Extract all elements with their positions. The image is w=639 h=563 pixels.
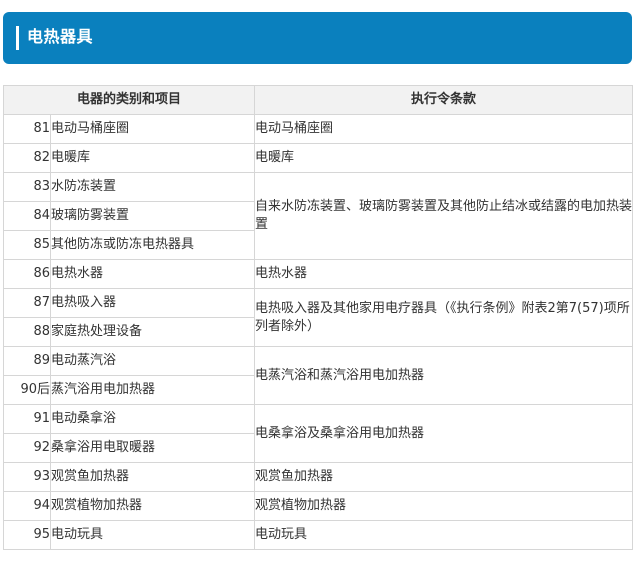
rule-clause: 电热水器 (254, 259, 634, 289)
header-rule: 执行令条款 (254, 85, 634, 115)
item-name: 玻璃防雾装置 (49, 201, 256, 231)
table-row: 81 电动马桶座圈 电动马桶座圈 (3, 114, 634, 144)
header-accent-bar (16, 26, 19, 50)
table-row: 91 电动桑拿浴 电桑拿浴及桑拿浴用电加热器 (3, 404, 634, 463)
item-name: 电暖库 (49, 143, 256, 173)
table-row: 83 水防冻装置 自来水防冻装置、玻璃防雾装置及其他防止结冰或结露的电加热装置 (3, 172, 634, 260)
table-body: 81 电动马桶座圈 电动马桶座圈 82 电暖库 电暖库 83 水防冻装置 自来水防冻装置、玻璃防… (3, 114, 634, 550)
item-name: 其他防冻或防冻电热器具 (49, 230, 256, 260)
item-name: 桑拿浴用电取暖器 (49, 433, 256, 463)
item-name: 电动马桶座圈 (49, 114, 256, 144)
table-row: 93 观赏鱼加热器 观赏鱼加热器 (3, 462, 634, 492)
item-name: 蒸汽浴用电加热器 (49, 375, 256, 405)
item-name: 电动桑拿浴 (49, 404, 256, 434)
item-name: 观赏植物加热器 (49, 491, 256, 521)
item-number: 89 (3, 346, 51, 376)
item-number: 87 (3, 288, 51, 318)
item-name: 水防冻装置 (49, 172, 256, 202)
item-number: 93 (3, 462, 51, 492)
rule-clause: 电蒸汽浴和蒸汽浴用电加热器 (254, 346, 634, 405)
item-number: 88 (3, 317, 51, 347)
item-name: 电动玩具 (49, 520, 256, 550)
table-row: 95 电动玩具 电动玩具 (3, 520, 634, 550)
item-number: 95 (3, 520, 51, 550)
table-row: 82 电暖库 电暖库 (3, 143, 634, 173)
item-number: 85 (3, 230, 51, 260)
table-row: 94 观赏植物加热器 观赏植物加热器 (3, 491, 634, 521)
appliance-table: 电器的类别和项目 执行令条款 81 电动马桶座圈 电动马桶座圈 82 电暖库 电暖库 83 水… (2, 85, 634, 550)
item-name: 电动蒸汽浴 (49, 346, 256, 376)
item-name: 电热吸入器 (49, 288, 256, 318)
rule-clause: 自来水防冻装置、玻璃防雾装置及其他防止结冰或结露的电加热装置 (254, 172, 634, 260)
item-number: 92 (3, 433, 51, 463)
rule-clause: 电动马桶座圈 (254, 114, 634, 144)
table-row: 89 电动蒸汽浴 电蒸汽浴和蒸汽浴用电加热器 (3, 346, 634, 405)
item-number: 83 (3, 172, 51, 202)
rule-clause: 观赏植物加热器 (254, 491, 634, 521)
section-header: 电热器具 (3, 12, 632, 64)
table-row: 87 电热吸入器 电热吸入器及其他家用电疗器具（《执行条例》附表2第7(57)项所列… (3, 288, 634, 347)
header-category: 电器的类别和项目 (2, 85, 256, 115)
rule-clause: 电动玩具 (254, 520, 634, 550)
rule-clause: 电桑拿浴及桑拿浴用电加热器 (254, 404, 634, 463)
item-number: 90后 (3, 375, 51, 405)
section-title: 电热器具 (27, 27, 94, 46)
rule-clause: 电暖库 (254, 143, 634, 173)
rule-clause: 观赏鱼加热器 (254, 462, 634, 492)
item-number: 81 (3, 114, 51, 144)
item-number: 86 (3, 259, 51, 289)
table-row: 86 电热水器 电热水器 (3, 259, 634, 289)
item-number: 91 (3, 404, 51, 434)
item-number: 82 (3, 143, 51, 173)
rule-clause: 电热吸入器及其他家用电疗器具（《执行条例》附表2第7(57)项所列者除外） (254, 288, 634, 347)
item-name: 观赏鱼加热器 (49, 462, 256, 492)
table-header-row: 电器的类别和项目 执行令条款 (2, 85, 634, 115)
item-number: 84 (3, 201, 51, 231)
item-name: 电热水器 (49, 259, 256, 289)
item-number: 94 (3, 491, 51, 521)
item-name: 家庭热处理设备 (49, 317, 256, 347)
